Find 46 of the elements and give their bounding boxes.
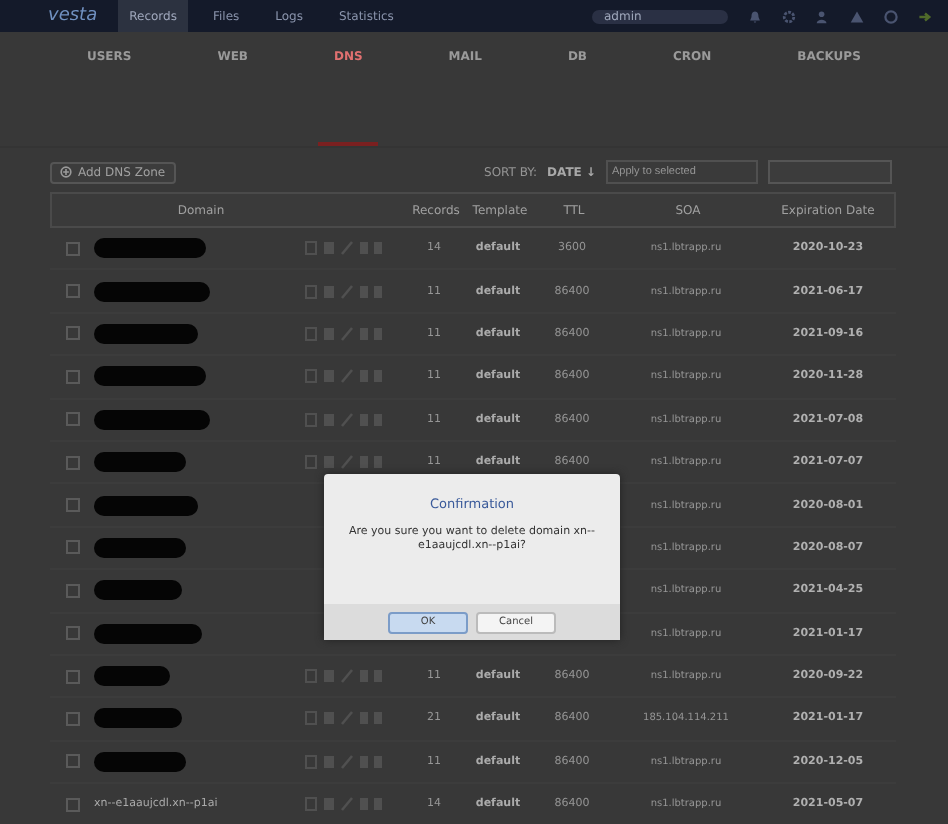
settings-icon[interactable] <box>782 9 796 23</box>
row-actions-drawing[interactable] <box>304 454 384 471</box>
row-checkbox[interactable] <box>66 412 80 427</box>
row-checkbox[interactable] <box>66 369 80 384</box>
row-checkbox[interactable] <box>66 498 80 513</box>
row-actions-drawing[interactable] <box>304 368 384 385</box>
row-actions-drawing[interactable] <box>304 411 384 428</box>
redaction-mark <box>94 281 210 302</box>
redaction-mark <box>94 495 198 516</box>
row-actions-drawing[interactable] <box>304 753 384 770</box>
row-checkbox[interactable] <box>66 583 80 598</box>
plus-icon <box>60 166 72 178</box>
logout-icon[interactable] <box>918 9 932 23</box>
row-checkbox[interactable] <box>66 241 80 256</box>
row-actions-drawing[interactable] <box>304 796 384 813</box>
logo[interactable]: vesta <box>48 6 98 26</box>
row-actions-drawing[interactable] <box>304 668 384 685</box>
redaction-mark <box>94 537 186 558</box>
redaction-mark <box>94 666 170 687</box>
redaction-mark <box>94 366 206 387</box>
redaction-mark <box>94 323 198 344</box>
row-checkbox[interactable] <box>66 669 80 684</box>
row-actions-drawing[interactable] <box>304 710 384 727</box>
row-actions-drawing[interactable] <box>304 325 384 342</box>
row-checkbox[interactable] <box>66 455 80 470</box>
bell-icon[interactable] <box>748 9 762 23</box>
row-checkbox[interactable] <box>66 797 80 812</box>
redaction-mark <box>94 708 182 729</box>
row-actions-drawing[interactable] <box>304 283 384 300</box>
help-icon[interactable] <box>884 9 898 23</box>
row-checkbox[interactable] <box>66 754 80 769</box>
redaction-mark <box>94 452 186 473</box>
row-checkbox[interactable] <box>66 326 80 341</box>
redaction-mark <box>94 751 186 772</box>
row-checkbox[interactable] <box>66 540 80 555</box>
user-icon[interactable] <box>816 9 830 23</box>
row-checkbox[interactable] <box>66 626 80 641</box>
search-field[interactable] <box>768 160 892 184</box>
redaction-mark <box>94 238 206 259</box>
row-checkbox[interactable] <box>66 284 80 299</box>
redaction-mark <box>94 623 202 644</box>
row-actions-drawing[interactable] <box>304 240 384 257</box>
redaction-mark <box>94 409 210 430</box>
warning-icon[interactable] <box>850 9 864 23</box>
redaction-mark <box>94 580 182 601</box>
row-checkbox[interactable] <box>66 711 80 726</box>
